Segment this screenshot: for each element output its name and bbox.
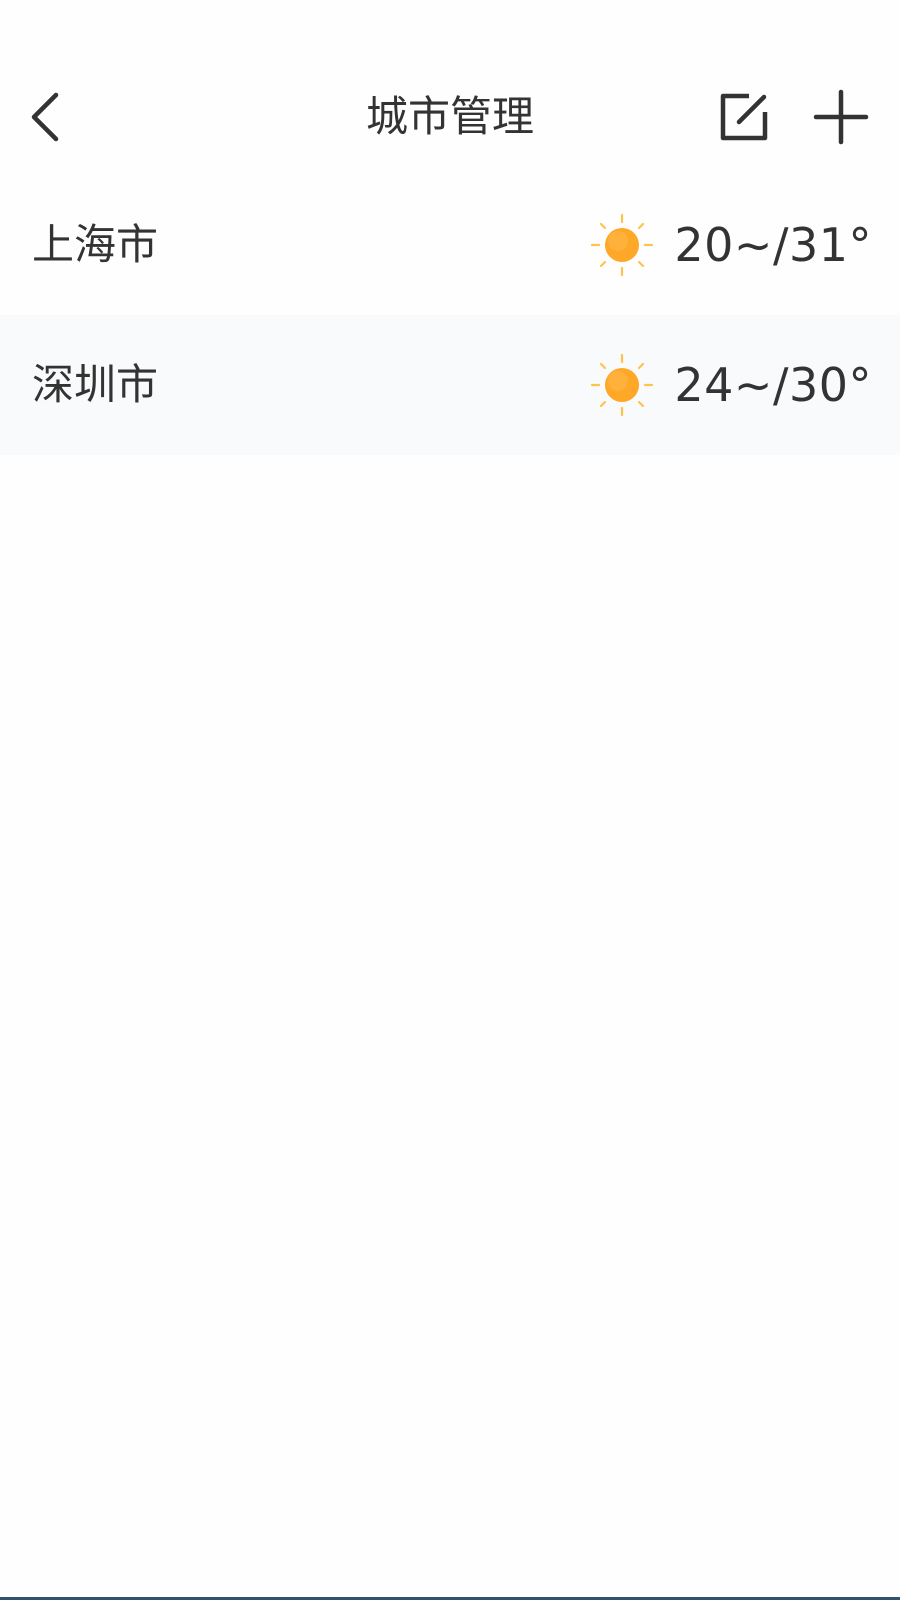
plus-icon [813, 89, 869, 145]
city-list: 上海市 20~/31° 深圳市 24~/30° [0, 175, 900, 455]
city-row-shenzhen[interactable]: 深圳市 24~/30° [0, 315, 900, 455]
city-name: 上海市 [32, 220, 159, 269]
edit-square-icon [720, 93, 768, 141]
chevron-left-icon [31, 92, 59, 142]
edit-button[interactable] [712, 85, 776, 149]
add-city-button[interactable] [808, 85, 874, 149]
page-title: 城市管理 [365, 92, 534, 141]
city-name: 深圳市 [32, 360, 159, 409]
temperature-range: 24~/30° [674, 358, 872, 412]
sunny-icon [590, 353, 654, 417]
city-management-page: 城市管理 上海市 20~/31° 深圳市 24~/30° [0, 0, 900, 1600]
sunny-icon [590, 213, 654, 277]
top-bar: 城市管理 [0, 60, 900, 175]
temperature-range: 20~/31° [674, 218, 872, 272]
city-row-shanghai[interactable]: 上海市 20~/31° [0, 175, 900, 315]
back-button[interactable] [14, 82, 74, 152]
